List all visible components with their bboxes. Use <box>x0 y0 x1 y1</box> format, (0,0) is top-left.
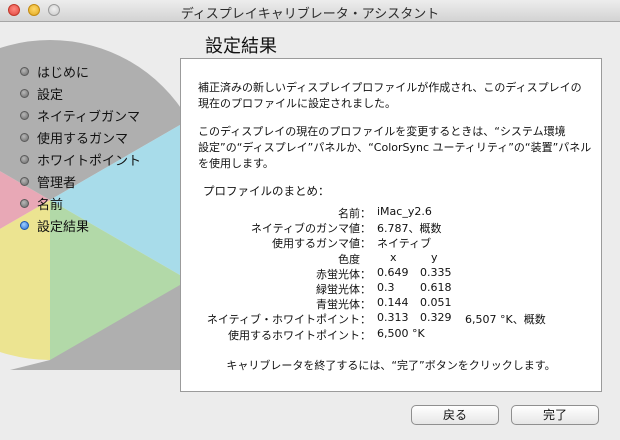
chromaticity-header: 色度 <box>338 253 360 266</box>
step-bullet-icon <box>20 88 29 98</box>
step-item-target-gamma: 使用するガンマ <box>20 126 141 148</box>
summary-label-target-gamma: 使用するガンマ値： <box>272 237 371 250</box>
summary-label-green: 緑蛍光体： <box>316 283 371 296</box>
step-bullet-icon <box>20 132 29 142</box>
step-item-name: 名前 <box>20 192 141 214</box>
instructions-text-line: を使用します。 <box>198 157 274 170</box>
summary-label-native-white: ネイティブ・ホワイトポイント： <box>206 313 371 326</box>
summary-label-native-gamma: ネイティブのガンマ値： <box>250 222 371 235</box>
summary-value-native-white-x: 0.313 <box>377 311 409 324</box>
step-bullet-icon <box>20 176 29 186</box>
summary-heading: プロファイルのまとめ： <box>203 184 330 198</box>
step-item-white-point: ホワイトポイント <box>20 148 141 170</box>
summary-value-red-y: 0.335 <box>420 266 452 279</box>
y-column-header: y <box>431 251 438 264</box>
step-label: ホワイトポイント <box>37 153 142 169</box>
summary-value-green-x: 0.3 <box>377 281 395 294</box>
step-label: 使用するガンマ <box>37 131 129 147</box>
step-label: ネイティブガンマ <box>37 109 140 125</box>
summary-label-blue: 青蛍光体： <box>316 298 371 311</box>
step-label: 設定結果 <box>37 219 90 235</box>
result-text-line: 現在のプロファイルに設定されました。 <box>198 97 396 110</box>
step-item-intro: はじめに <box>20 60 141 82</box>
summary-label-red: 赤蛍光体： <box>316 268 371 281</box>
step-label: 管理者 <box>37 175 77 191</box>
step-bullet-icon <box>20 110 29 120</box>
window-title: ディスプレイキャリブレータ・アシスタント <box>180 7 440 22</box>
step-bullet-icon <box>20 66 29 76</box>
step-bullet-active-icon <box>20 220 29 230</box>
step-item-settings: 設定 <box>20 82 141 104</box>
step-bullet-icon <box>20 154 29 164</box>
page-title: 設定結果 <box>205 36 277 57</box>
instructions-text-line: このディスプレイの現在のプロファイルを変更するときは、“システム環境 <box>198 125 566 138</box>
step-label: 設定 <box>37 87 64 103</box>
summary-value-target-white: 6,500 °K <box>377 327 425 340</box>
end-instruction: キャリブレータを終了するには、“完了”ボタンをクリックします。 <box>226 359 556 372</box>
calibrator-window: ディスプレイキャリブレータ・アシスタント 設定結果 はじめに 設定 ネイティブガ… <box>0 0 620 440</box>
summary-value-blue-x: 0.144 <box>377 296 409 309</box>
summary-value-blue-y: 0.051 <box>420 296 452 309</box>
done-button[interactable]: 完了 <box>511 405 599 425</box>
title-bar: ディスプレイキャリブレータ・アシスタント <box>0 0 620 22</box>
step-label: 名前 <box>37 197 64 213</box>
back-button[interactable]: 戻る <box>411 405 499 425</box>
instructions-text-line: 設定”の“ディスプレイ”パネルか、“ColorSync ユーティリティ”の“装置… <box>198 141 592 154</box>
step-item-admin: 管理者 <box>20 170 141 192</box>
step-item-native-gamma: ネイティブガンマ <box>20 104 141 126</box>
summary-label-target-white: 使用するホワイトポイント： <box>228 329 371 342</box>
summary-value-native-white-temp: 6,507 °K、概数 <box>465 313 546 326</box>
summary-label-name: 名前： <box>338 207 371 220</box>
step-item-result: 設定結果 <box>20 214 141 236</box>
result-text-line: 補正済みの新しいディスプレイプロファイルが作成され、このディスプレイの <box>198 81 582 94</box>
step-list: はじめに 設定 ネイティブガンマ 使用するガンマ ホワイトポイント 管理者 名前… <box>20 60 141 236</box>
summary-value-native-white-y: 0.329 <box>420 311 452 324</box>
summary-value-target-gamma: ネイティブ <box>377 237 432 250</box>
step-label: はじめに <box>37 65 90 81</box>
step-bullet-icon <box>20 198 29 208</box>
summary-value-green-y: 0.618 <box>420 281 452 294</box>
summary-value-red-x: 0.649 <box>377 266 409 279</box>
x-column-header: x <box>390 251 397 264</box>
summary-value-native-gamma: 6.787、概数 <box>377 222 442 235</box>
result-panel: 補正済みの新しいディスプレイプロファイルが作成され、このディスプレイの 現在のプ… <box>180 58 602 392</box>
summary-value-name: iMac_y2.6 <box>377 205 432 218</box>
